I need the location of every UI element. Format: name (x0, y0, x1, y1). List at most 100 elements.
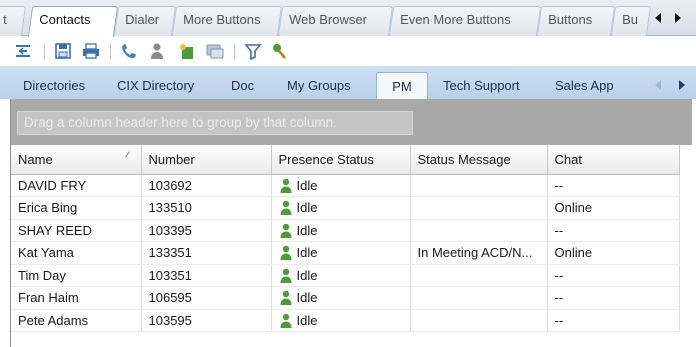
tab-scroll-left-button[interactable] (652, 10, 664, 26)
contacts-table: Name Number Presence Status Status Messa… (11, 145, 680, 332)
cell-number: 103395 (141, 219, 272, 242)
subtab-tech-support[interactable]: Tech Support (431, 72, 532, 99)
toolbar-separator (110, 44, 111, 59)
cell-number: 133510 (141, 196, 272, 220)
tab-dialer[interactable]: Dialer (113, 6, 177, 36)
cell-number: 133351 (141, 241, 272, 265)
cell-presence: Idle (271, 174, 411, 197)
subtab-sales-app[interactable]: Sales App (543, 72, 626, 99)
table-row[interactable]: SHAY REED 103395 Idle -- (11, 219, 680, 242)
tab-buttons[interactable]: Buttons (536, 6, 616, 36)
contacts-grid-container: Drag a column header here to group by th… (10, 99, 692, 347)
table-row[interactable]: Fran Haim 106595 Idle -- (11, 286, 680, 310)
presence-text: Idle (296, 200, 318, 216)
presence-idle-icon (279, 245, 297, 261)
column-header-chat[interactable]: Chat (547, 145, 680, 175)
column-header-name[interactable]: Name (11, 145, 142, 175)
cell-chat: -- (547, 286, 680, 310)
table-row[interactable]: Kat Yama 133351 Idle In Meeting ACD/N... Onl… (11, 241, 680, 265)
cell-name: Fran Haim (11, 286, 142, 310)
cell-presence: Idle (271, 286, 411, 310)
cell-name: Pete Adams (11, 309, 142, 332)
filter-icon[interactable] (244, 42, 262, 61)
tab-even-more-buttons[interactable]: Even More Buttons (388, 6, 542, 36)
header-row: Name Number Presence Status Status Messa… (11, 145, 680, 175)
search-contact-icon[interactable] (270, 42, 288, 60)
presence-text: Idle (296, 290, 318, 306)
table-row[interactable]: Erica Bing 133510 Idle Online (11, 196, 680, 220)
group-by-hint: Drag a column header here to group by th… (17, 111, 413, 135)
presence-text: Idle (296, 245, 318, 261)
toolbar (0, 36, 696, 66)
tab-truncated-left[interactable]: t (0, 6, 27, 36)
toolbar-separator (44, 44, 45, 59)
toolbar-separator (234, 44, 235, 59)
directory-tab-strip: Directories CIX Directory Doc My Groups … (0, 66, 696, 99)
tab-truncated-right[interactable]: Bu (610, 6, 652, 36)
tab-contacts[interactable]: Contacts (27, 6, 119, 37)
cell-chat: -- (547, 264, 680, 287)
cell-status-message (410, 264, 548, 287)
new-contact-icon[interactable] (178, 42, 196, 60)
cell-chat: -- (547, 219, 680, 242)
arrow-left-icon (655, 13, 661, 23)
subtab-my-groups[interactable]: My Groups (275, 72, 363, 99)
cell-name: DAVID FRY (11, 174, 142, 197)
cell-chat: -- (547, 309, 680, 332)
column-header-status-message[interactable]: Status Message (410, 145, 548, 175)
group-by-panel[interactable]: Drag a column header here to group by th… (11, 99, 692, 145)
cell-number: 103595 (141, 309, 272, 332)
table-row[interactable]: Tim Day 103351 Idle -- (11, 264, 680, 287)
cell-chat: Online (547, 241, 680, 265)
arrow-left-icon (655, 80, 661, 90)
cell-name: SHAY REED (11, 219, 142, 242)
chat-icon[interactable] (206, 42, 224, 60)
tab-web-browser[interactable]: Web Browser (277, 6, 394, 36)
sort-indicator-icon (124, 151, 130, 158)
print-icon[interactable] (82, 42, 100, 60)
column-header-presence-status[interactable]: Presence Status (271, 145, 411, 175)
cell-name: Kat Yama (11, 241, 142, 265)
table-row[interactable]: Pete Adams 103595 Idle -- (11, 309, 680, 332)
cell-name: Tim Day (11, 264, 142, 287)
contact-icon[interactable] (148, 42, 166, 60)
cell-status-message (410, 174, 548, 197)
presence-idle-icon (279, 313, 297, 328)
cell-status-message (410, 219, 548, 242)
cell-presence: Idle (271, 241, 411, 265)
presence-idle-icon (279, 290, 297, 306)
table-row[interactable]: DAVID FRY 103692 Idle -- (11, 174, 680, 197)
presence-text: Idle (296, 177, 318, 193)
subtab-cix-directory[interactable]: CIX Directory (105, 72, 206, 99)
cell-status-message (410, 309, 548, 332)
presence-text: Idle (296, 312, 318, 328)
cell-status-message (410, 196, 548, 220)
presence-idle-icon (279, 268, 297, 283)
contacts-grid: Name Number Presence Status Status Messa… (11, 145, 692, 347)
cell-chat: Online (547, 196, 680, 220)
arrow-right-icon (679, 80, 685, 90)
arrow-right-icon (675, 13, 681, 23)
phone-icon[interactable] (120, 42, 138, 60)
presence-idle-icon (279, 200, 297, 216)
subtab-doc[interactable]: Doc (219, 72, 266, 99)
cell-number: 103692 (141, 174, 272, 197)
main-tab-strip: t Contacts Dialer More Buttons Web Brows… (0, 0, 696, 37)
tab-scroll-right-button[interactable] (672, 10, 684, 26)
subtab-directories[interactable]: Directories (11, 72, 97, 99)
collapse-icon[interactable] (14, 42, 32, 60)
cell-number: 103351 (141, 264, 272, 287)
cell-status-message (410, 286, 548, 310)
tab-more-buttons[interactable]: More Buttons (171, 6, 283, 36)
presence-idle-icon (279, 178, 297, 193)
cell-number: 106595 (141, 286, 272, 310)
save-icon[interactable] (54, 42, 72, 60)
cell-presence: Idle (271, 264, 411, 287)
subtab-pm[interactable]: PM (376, 72, 428, 99)
presence-text: Idle (296, 267, 318, 283)
column-header-number[interactable]: Number (141, 145, 272, 175)
cell-presence: Idle (271, 219, 411, 242)
cell-name: Erica Bing (11, 196, 142, 220)
cell-presence: Idle (271, 196, 411, 220)
cell-chat: -- (547, 174, 680, 197)
